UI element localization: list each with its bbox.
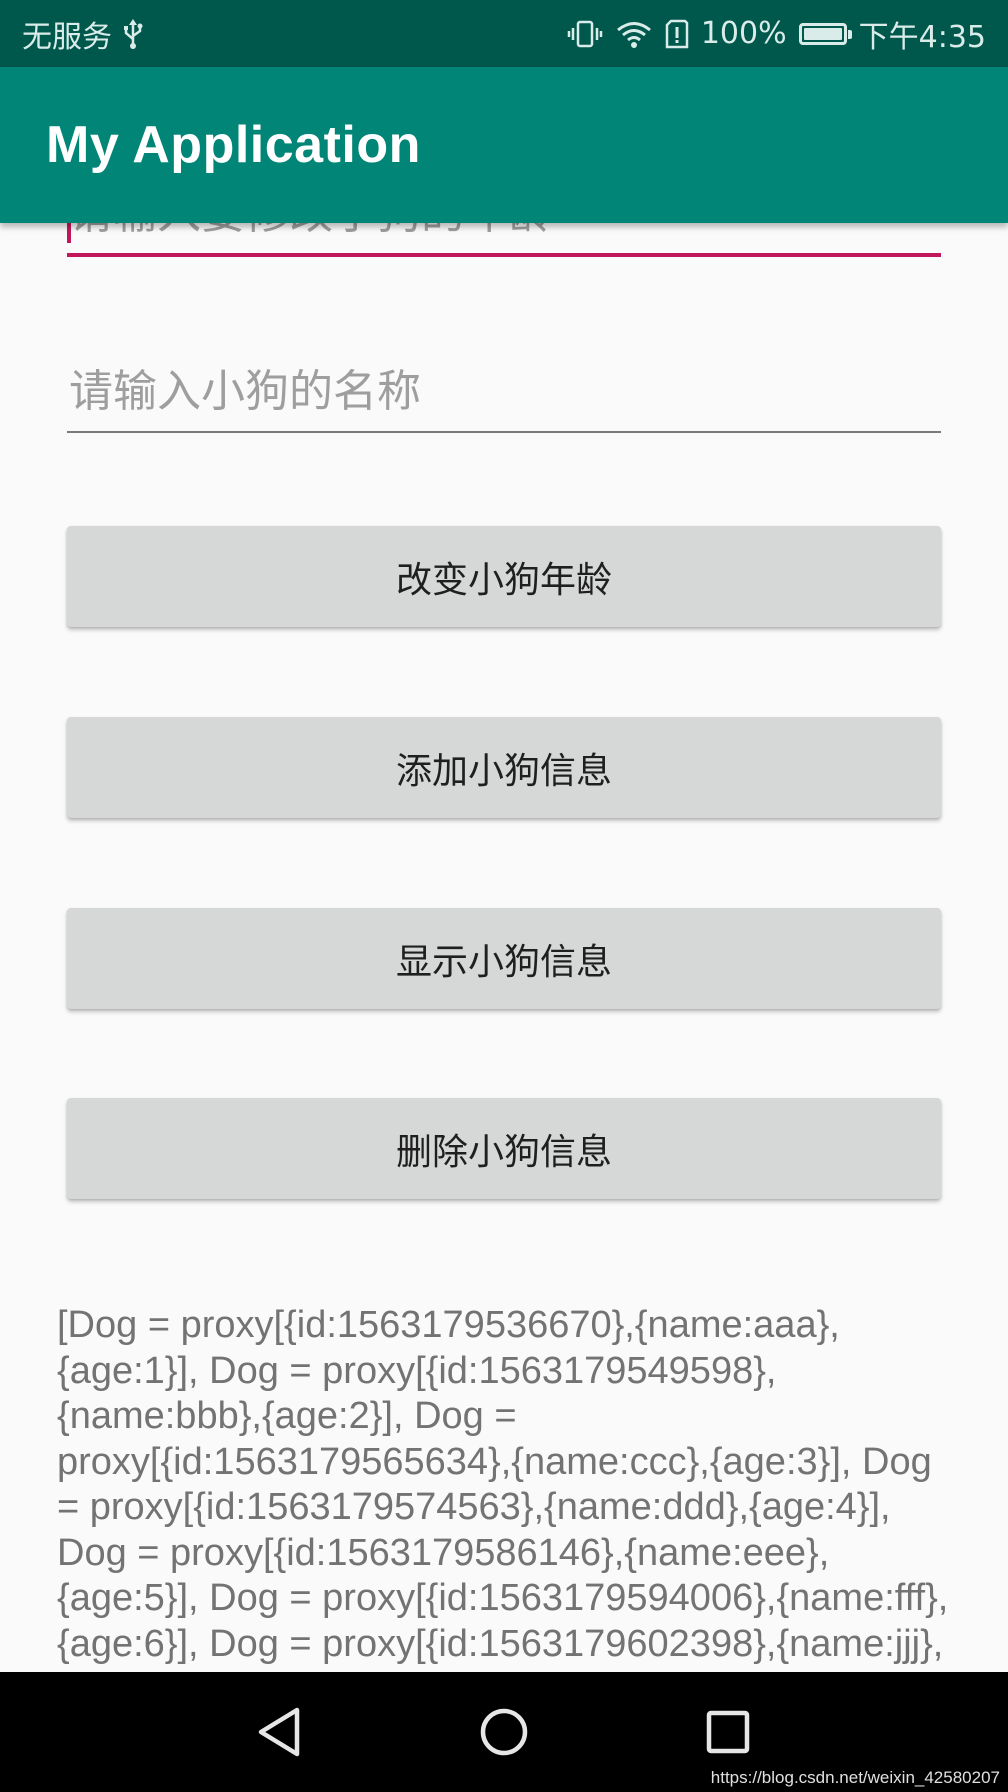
status-bar-left: 无服务 xyxy=(22,12,144,56)
age-input[interactable] xyxy=(67,223,941,253)
home-circle-icon[interactable] xyxy=(468,1696,540,1768)
battery-percent: 100% xyxy=(700,16,787,51)
watermark-text: https://blog.csdn.net/weixin_42580207 xyxy=(710,1768,1000,1787)
clock-text: 下午4:35 xyxy=(858,19,986,55)
wifi-icon xyxy=(615,19,653,49)
sim-alert-icon xyxy=(665,19,689,49)
battery-fill xyxy=(803,27,842,40)
status-bar-right: 100% 下午4:35 xyxy=(567,12,986,56)
text-cursor xyxy=(67,223,71,243)
battery-icon xyxy=(798,22,852,45)
app-bar: My Application xyxy=(0,67,1008,223)
app-title: My Application xyxy=(46,116,421,174)
main-content: 改变小狗年龄 添加小狗信息 显示小狗信息 删除小狗信息 [Dog = proxy… xyxy=(0,223,1008,1672)
name-input[interactable] xyxy=(67,351,941,431)
add-dog-button[interactable]: 添加小狗信息 xyxy=(67,717,941,818)
vibrate-icon xyxy=(567,19,603,49)
show-dog-button[interactable]: 显示小狗信息 xyxy=(67,908,941,1009)
back-triangle-icon[interactable] xyxy=(244,1696,316,1768)
name-input-wrapper xyxy=(67,351,941,433)
battery-outline xyxy=(798,22,852,45)
status-bar: 无服务 100% 下午4:35 xyxy=(0,0,1008,67)
dog-list-text: [Dog = proxy[{id:1563179536670},{name:aa… xyxy=(57,1304,949,1672)
carrier-text: 无服务 xyxy=(22,19,112,55)
delete-dog-button[interactable]: 删除小狗信息 xyxy=(67,1098,941,1199)
change-age-button[interactable]: 改变小狗年龄 xyxy=(67,526,941,627)
usb-icon xyxy=(122,18,144,49)
navigation-bar: https://blog.csdn.net/weixin_42580207 xyxy=(0,1672,1008,1792)
age-input-wrapper xyxy=(67,223,941,257)
recents-square-icon[interactable] xyxy=(692,1696,764,1768)
